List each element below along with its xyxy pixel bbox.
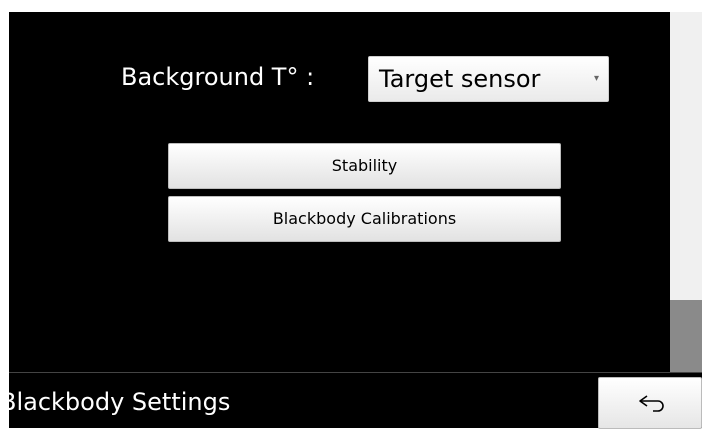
back-button[interactable] <box>598 377 702 429</box>
settings-panel: Background T° : Target sensor ▾ Stabilit… <box>9 12 670 372</box>
app-screen: Background T° : Target sensor ▾ Stabilit… <box>0 12 702 429</box>
back-arrow-icon <box>639 395 664 412</box>
stability-button[interactable]: Stability <box>168 143 561 189</box>
background-source-select[interactable]: Target sensor ▾ <box>368 56 609 102</box>
vertical-scrollbar[interactable] <box>670 12 702 372</box>
blackbody-calibrations-button[interactable]: Blackbody Calibrations <box>168 196 561 242</box>
footer-bar: Blackbody Settings <box>0 372 702 429</box>
background-temperature-label: Background T° : <box>121 63 315 91</box>
dropdown-arrow-icon: ▾ <box>593 73 599 84</box>
scrollbar-thumb[interactable] <box>670 300 702 372</box>
page-title: Blackbody Settings <box>0 388 231 416</box>
background-source-value: Target sensor <box>379 65 541 93</box>
